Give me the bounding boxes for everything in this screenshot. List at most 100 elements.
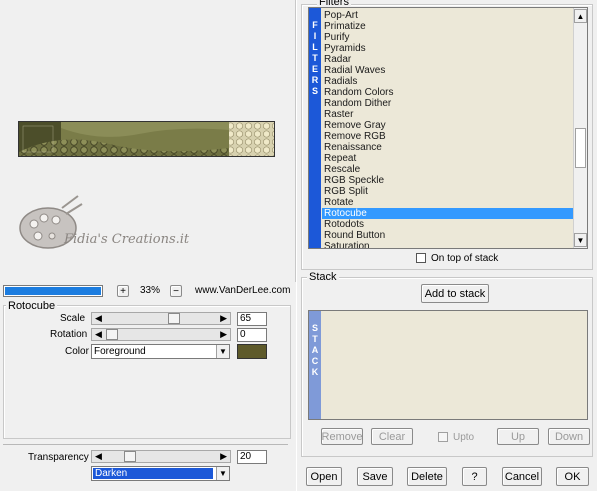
transparency-slider-thumb[interactable] — [124, 451, 136, 462]
add-to-stack-button[interactable]: Add to stack — [421, 284, 489, 303]
help-button[interactable]: ? — [462, 467, 487, 486]
vertical-letter: R — [311, 75, 319, 85]
down-button[interactable]: Down — [548, 428, 590, 445]
clear-button[interactable]: Clear — [371, 428, 413, 445]
preview-image — [18, 121, 275, 157]
zoom-in-button[interactable]: + — [117, 285, 129, 297]
zoom-value: 33% — [140, 285, 161, 296]
filters-panel: Filters FILTERS Pop-Art Primatize Purify Py… — [297, 0, 597, 270]
filter-list-item[interactable]: Radials — [322, 76, 575, 87]
vertical-letter: K — [311, 367, 319, 377]
transparency-value-field[interactable]: 20 — [237, 450, 267, 464]
vertical-letter: S — [311, 323, 318, 333]
filter-list-item[interactable]: Rotate — [322, 197, 575, 208]
scroll-up-icon[interactable]: ▲ — [574, 9, 587, 23]
filter-list-item[interactable]: Primatize — [322, 21, 575, 32]
color-select-value: Foreground — [94, 346, 146, 357]
filter-list-item[interactable]: Round Button — [322, 230, 575, 241]
filter-list-item[interactable]: Radial Waves — [322, 65, 575, 76]
save-button[interactable]: Save — [357, 467, 393, 486]
vertical-letter: T — [312, 53, 318, 63]
filter-list-item[interactable]: Pyramids — [322, 43, 575, 54]
progress-bar — [3, 285, 103, 297]
rotocube-group-title: Rotocube — [6, 300, 58, 312]
filter-list-item[interactable]: Rotodots — [322, 219, 575, 230]
filters-scrollbar[interactable]: ▲ ▼ — [573, 8, 587, 248]
vertical-letter: E — [311, 64, 318, 74]
slider-left-arrow-icon[interactable]: ◀ — [95, 313, 102, 324]
filter-list-item[interactable]: Rescale — [322, 164, 575, 175]
upto-label: Upto — [453, 432, 475, 443]
stack-panel: Stack Add to stack STACK Remove Clear Up… — [297, 270, 597, 458]
color-swatch[interactable] — [237, 344, 267, 359]
slider-left-arrow-icon[interactable]: ◀ — [95, 451, 102, 462]
blend-mode-value: Darken — [93, 468, 213, 479]
filter-list-item[interactable]: Raster — [322, 109, 575, 120]
transparency-label: Transparency — [28, 452, 89, 463]
scale-label: Scale — [60, 313, 86, 324]
filter-list-item[interactable]: Random Dither — [322, 98, 575, 109]
scroll-down-icon[interactable]: ▼ — [574, 233, 587, 247]
watermark-logo: Fidia's Creations.it — [14, 194, 204, 258]
slider-left-arrow-icon[interactable]: ◀ — [95, 329, 102, 340]
stack-group-title: Stack — [307, 271, 339, 283]
rotation-slider[interactable]: ◀ ▶ — [91, 328, 231, 341]
filter-list-item[interactable]: RGB Speckle — [322, 175, 575, 186]
upto-checkbox[interactable] — [438, 432, 448, 442]
filters-vertical-label: FILTERS — [309, 20, 321, 97]
filters-strip: FILTERS — [309, 8, 321, 248]
transparency-divider — [3, 444, 288, 445]
ok-button[interactable]: OK — [556, 467, 589, 486]
blend-mode-select[interactable]: Darken ▼ — [91, 466, 230, 481]
filter-list-item[interactable]: Rotocube — [322, 208, 575, 219]
params-panel: Rotocube Scale ◀ ▶ 65 Rotation ◀ ▶ 0 Col… — [0, 300, 296, 491]
filter-list-item[interactable]: Random Colors — [322, 87, 575, 98]
cancel-button[interactable]: Cancel — [502, 467, 542, 486]
vertical-letter: I — [313, 31, 317, 41]
filters-list[interactable]: FILTERS Pop-Art Primatize Purify Pyramids Ra… — [308, 7, 588, 249]
rotation-slider-thumb[interactable] — [106, 329, 118, 340]
stack-list[interactable]: STACK — [308, 310, 588, 420]
open-button[interactable]: Open — [306, 467, 342, 486]
vertical-letter: T — [312, 334, 318, 344]
up-button[interactable]: Up — [497, 428, 539, 445]
stack-vertical-label: STACK — [309, 323, 321, 378]
scale-slider-thumb[interactable] — [168, 313, 180, 324]
rotation-value-field[interactable]: 0 — [237, 328, 267, 342]
delete-button[interactable]: Delete — [407, 467, 447, 486]
transparency-slider[interactable]: ◀ ▶ — [91, 450, 231, 463]
scrollbar-thumb[interactable] — [575, 128, 586, 168]
slider-right-arrow-icon[interactable]: ▶ — [220, 451, 227, 462]
on-top-label: On top of stack — [431, 253, 499, 264]
scale-slider[interactable]: ◀ ▶ — [91, 312, 231, 325]
chevron-down-icon[interactable]: ▼ — [216, 345, 229, 358]
chevron-down-icon[interactable]: ▼ — [216, 467, 229, 480]
filter-list-item[interactable]: Renaissance — [322, 142, 575, 153]
filter-list-item[interactable]: Saturation — [322, 241, 575, 248]
filter-list-item[interactable]: Repeat — [322, 153, 575, 164]
stack-strip: STACK — [309, 311, 321, 419]
website-label: www.VanDerLee.com — [195, 285, 291, 296]
zoom-bar: + 33% − www.VanDerLee.com — [0, 282, 296, 300]
rotation-label: Rotation — [50, 329, 88, 340]
vertical-letter: F — [312, 20, 318, 30]
scale-value-field[interactable]: 65 — [237, 312, 267, 326]
filters-items: Pop-Art Primatize Purify Pyramids Radar Radia… — [322, 10, 575, 248]
filter-list-item[interactable]: Remove RGB — [322, 131, 575, 142]
vertical-letter: S — [311, 86, 318, 96]
preview-panel: Fidia's Creations.it — [0, 0, 296, 282]
filter-list-item[interactable]: Radar — [322, 54, 575, 65]
color-select[interactable]: Foreground ▼ — [91, 344, 230, 359]
bottom-button-row: Open Save Delete ? Cancel OK — [297, 458, 597, 491]
filter-list-item[interactable]: Pop-Art — [322, 10, 575, 21]
filter-list-item[interactable]: RGB Split — [322, 186, 575, 197]
filter-list-item[interactable]: Purify — [322, 32, 575, 43]
vertical-letter: A — [311, 345, 319, 355]
slider-right-arrow-icon[interactable]: ▶ — [220, 329, 227, 340]
zoom-out-button[interactable]: − — [170, 285, 182, 297]
on-top-checkbox[interactable] — [416, 253, 426, 263]
remove-button[interactable]: Remove — [321, 428, 363, 445]
filter-list-item[interactable]: Remove Gray — [322, 120, 575, 131]
watermark-text: Fidia's Creations.it — [64, 232, 190, 247]
slider-right-arrow-icon[interactable]: ▶ — [220, 313, 227, 324]
